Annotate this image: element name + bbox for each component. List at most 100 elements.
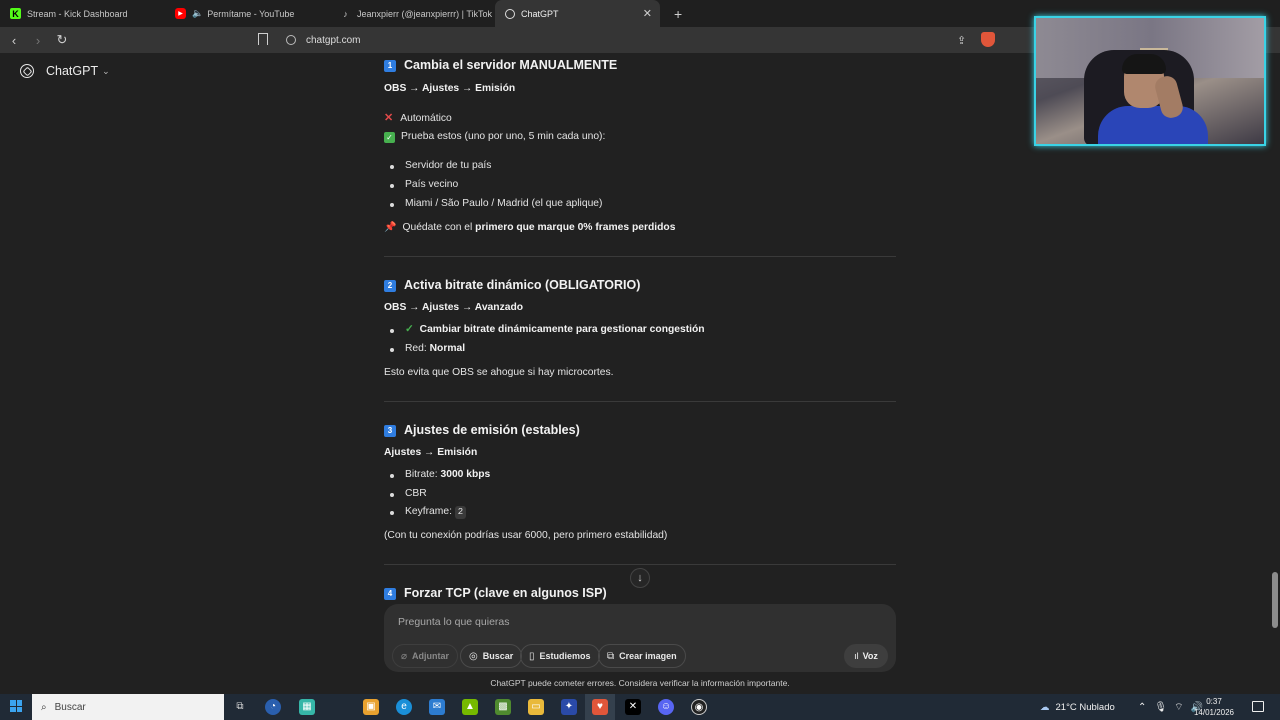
option-text: Automático: [400, 113, 452, 124]
forward-icon[interactable]: ›: [28, 33, 48, 48]
list-item: País vecino: [384, 178, 458, 192]
chevron-up-icon[interactable]: ⌃: [1138, 702, 1146, 713]
pin-icon: 📌: [384, 222, 397, 233]
item-text: Cambiar bitrate dinámicamente para gesti…: [419, 324, 705, 335]
app-icon[interactable]: ▦: [299, 699, 315, 715]
notification-icon[interactable]: [1252, 701, 1264, 712]
windows-start-icon[interactable]: [10, 700, 22, 712]
section-heading: 1 Cambia el servidor MANUALMENTE: [384, 57, 617, 75]
tab-title: ChatGPT: [521, 8, 559, 19]
discord-icon[interactable]: ☺: [658, 699, 674, 715]
share-icon[interactable]: ⇪: [957, 34, 966, 47]
clock[interactable]: 0:37 14/01/2026: [1192, 696, 1236, 718]
list-item: Keyframe: 2: [384, 505, 467, 519]
microphone-icon[interactable]: 🎙: [1154, 702, 1167, 713]
chip-label: Crear imagen: [619, 651, 677, 661]
brave-shield-icon[interactable]: [981, 32, 995, 47]
youtube-icon: ▶: [175, 8, 186, 19]
scroll-to-bottom-button[interactable]: ↓: [630, 568, 650, 588]
address-bar[interactable]: chatgpt.com: [282, 30, 998, 50]
tip-bold: primero que marque 0% frames perdidos: [475, 222, 676, 233]
message-composer[interactable]: Pregunta lo que quieras ⌀ Adjuntar ◎ Busca…: [384, 604, 896, 672]
new-tab-button[interactable]: +: [674, 6, 682, 22]
person-shirt: [1098, 106, 1208, 144]
audio-icon[interactable]: 🔈: [192, 8, 203, 19]
attach-button[interactable]: ⌀ Adjuntar: [392, 644, 459, 668]
create-image-button[interactable]: ⧉ Crear imagen: [598, 644, 686, 668]
scrollbar[interactable]: [1270, 53, 1280, 696]
divider: [384, 564, 896, 565]
search-button[interactable]: ◎ Buscar: [460, 644, 523, 668]
settings-path: OBS → Ajustes → Avanzado: [384, 302, 524, 313]
voice-label: Voz: [862, 651, 878, 661]
url-text: chatgpt.com: [306, 34, 361, 46]
number-badge: 3: [384, 424, 396, 437]
brave-browser-icon[interactable]: ♥: [592, 699, 608, 715]
cloud-icon: ☁: [1040, 701, 1050, 713]
tab-tiktok[interactable]: ♪ Jeanxpierr (@jeanxpierrr) | TikTok: [330, 0, 495, 27]
time-text: 0:37: [1206, 697, 1222, 706]
task-view-icon[interactable]: ⧉: [232, 699, 248, 715]
option-bad: ✕ Automático: [384, 111, 452, 126]
item-text: Keyframe:: [405, 506, 455, 517]
edge-icon[interactable]: e: [396, 699, 412, 715]
speedometer-icon[interactable]: ◔: [265, 699, 281, 715]
file-explorer-icon[interactable]: ▭: [528, 699, 544, 715]
section-title: Cambia el servidor MANUALMENTE: [404, 58, 618, 72]
number-badge: 2: [384, 279, 396, 292]
weather-text: 21°C Nublado: [1055, 701, 1115, 713]
obs-icon[interactable]: ◉: [691, 699, 707, 715]
bookmark-icon[interactable]: [258, 33, 268, 45]
tiktok-icon: ♪: [343, 8, 348, 19]
weather-widget[interactable]: ☁ 21°C Nublado: [1040, 694, 1115, 720]
model-selector[interactable]: ChatGPT ⌄: [20, 64, 110, 78]
tab-title: Jeanxpierr (@jeanxpierrr) | TikTok: [357, 8, 493, 19]
nvidia-icon[interactable]: ▲: [462, 699, 478, 715]
voice-button[interactable]: ıl Voz: [844, 644, 888, 668]
option-text: Prueba estos (uno por uno, 5 min cada un…: [401, 131, 606, 142]
waveform-icon: ıl: [854, 651, 859, 661]
mail-icon[interactable]: ✉: [429, 699, 445, 715]
number-badge: 4: [384, 587, 396, 600]
tab-youtube[interactable]: ▶ 🔈 Permítame - YouTube: [165, 0, 330, 27]
tab-title: Permítame - YouTube: [207, 8, 295, 19]
kick-icon: K: [10, 8, 21, 19]
reload-icon[interactable]: ↻: [52, 32, 72, 48]
tab-chatgpt[interactable]: ChatGPT ✕: [495, 0, 660, 27]
section-title: Forzar TCP (clave en algunos ISP): [404, 586, 607, 600]
search-placeholder: Buscar: [54, 701, 86, 713]
minecraft-icon[interactable]: ▩: [495, 699, 511, 715]
item-text: Bitrate:: [405, 469, 441, 480]
tip-text: Quédate con el: [402, 222, 476, 233]
brand-label: ChatGPT: [46, 64, 99, 78]
wifi-icon[interactable]: ⌔: [1174, 701, 1183, 714]
chip-label: Estudiemos: [539, 651, 591, 661]
disclaimer-text: ChatGPT puede cometer errores. Considera…: [490, 678, 790, 688]
taskbar-search[interactable]: ⌕ Buscar: [32, 694, 224, 720]
chatgpt-logo-icon: [20, 64, 34, 78]
note-text: Esto evita que OBS se ahogue si hay micr…: [384, 367, 614, 378]
windows-taskbar: ⌕ Buscar ⧉ ◔ ▦ ▣ e ✉ ▲ ▩ ▭ ✦ ♥ ✕ ☺ ◉ ☁ 2…: [0, 694, 1280, 720]
image-icon: ⧉: [607, 650, 615, 662]
back-icon[interactable]: ‹: [4, 33, 24, 48]
study-button[interactable]: ▯ Estudiemos: [520, 644, 600, 668]
item-bold: 3000 kbps: [440, 469, 491, 480]
x-app-icon[interactable]: ✕: [625, 699, 641, 715]
tab-kick[interactable]: K Stream - Kick Dashboard: [0, 0, 165, 27]
tip-line: 📌 Quédate con el primero que marque 0% fr…: [384, 221, 675, 235]
option-good: ✓ Prueba estos (uno por uno, 5 min cada u…: [384, 130, 605, 144]
scroll-thumb[interactable]: [1272, 572, 1278, 628]
book-icon: ▯: [529, 650, 535, 662]
store-icon[interactable]: ▣: [363, 699, 379, 715]
divider: [384, 256, 896, 257]
close-tab-icon[interactable]: ✕: [643, 7, 652, 20]
list-item: ✓ Cambiar bitrate dinámicamente para gest…: [384, 323, 705, 337]
site-info-icon[interactable]: [286, 35, 296, 45]
list-item: Bitrate: 3000 kbps: [384, 468, 490, 482]
date-text: 14/01/2026: [1193, 708, 1235, 717]
check-mark-icon: ✓: [405, 324, 414, 335]
app-launcher-icon[interactable]: ✦: [561, 699, 577, 715]
section-heading: 2 Activa bitrate dinámico (OBLIGATORIO): [384, 277, 640, 295]
inline-code: 2: [454, 506, 467, 519]
prompt-input[interactable]: Pregunta lo que quieras: [398, 616, 510, 628]
